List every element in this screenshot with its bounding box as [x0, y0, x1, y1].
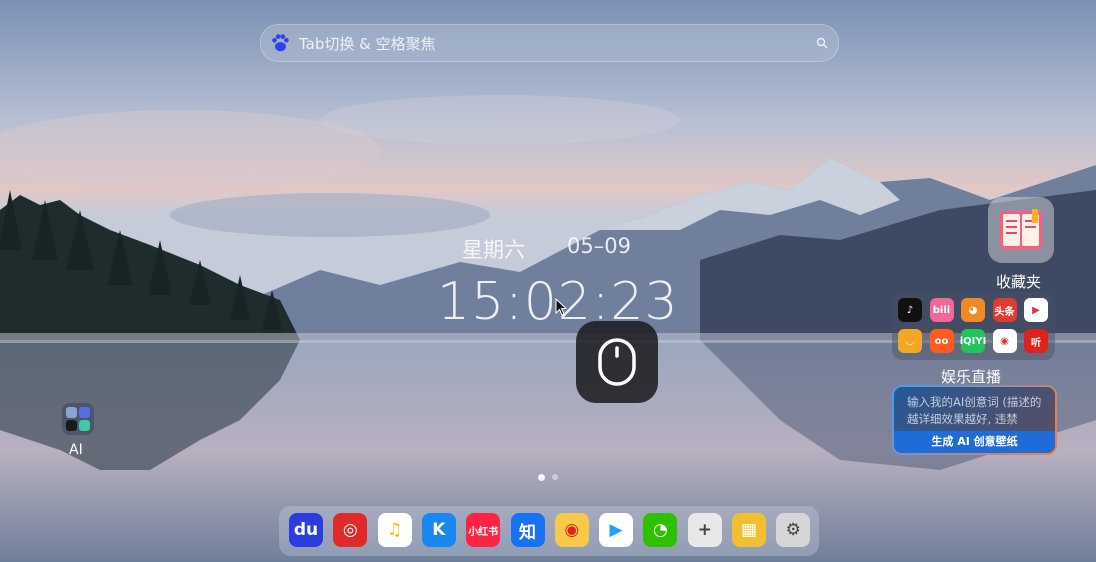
ai-app-icon [66, 420, 77, 431]
dock-kugou-icon[interactable]: K [421, 513, 456, 547]
dock-weibo-icon[interactable]: ◉ [554, 513, 589, 547]
douyin-app-icon[interactable]: ♪ [898, 298, 922, 322]
kuaishou-app-icon[interactable]: oo [929, 329, 954, 353]
ai-folder-label: AI [69, 442, 83, 458]
weibo-live-app-icon[interactable]: ◉ [992, 329, 1017, 353]
dock-wallpaper-icon[interactable]: ▦ [732, 513, 766, 547]
favorites-button[interactable] [988, 197, 1054, 263]
search-icon[interactable] [816, 37, 828, 49]
dock-settings-icon[interactable]: ⚙ [776, 513, 811, 547]
page-dot-active[interactable] [538, 474, 545, 481]
dock-baidu-icon[interactable]: du [289, 513, 323, 547]
page-dot[interactable] [552, 474, 558, 480]
video-player-app-icon[interactable]: ▶ [1024, 298, 1048, 322]
iqiyi-app-icon[interactable]: iQIYI [960, 329, 986, 353]
generate-wallpaper-button[interactable]: 生成 AI 创意壁纸 [894, 431, 1055, 453]
baidu-paw-icon [272, 34, 289, 52]
ting-app-icon[interactable]: 听 [1024, 329, 1048, 353]
date-label: 05–09 [567, 234, 631, 258]
book-icon [1000, 209, 1042, 249]
dock-zhihu-icon[interactable]: 知 [510, 513, 545, 547]
search-input[interactable]: Tab切换 & 空格聚焦 [299, 33, 436, 54]
ai-app-icon [79, 407, 90, 418]
favorites-label: 收藏夹 [996, 273, 1042, 291]
ai-app-icon [66, 407, 77, 418]
toutiao-app-icon[interactable]: 头条 [992, 298, 1017, 322]
ai-prompt-input[interactable]: 输入我的AI创意词 (描述的越详细效果越好, 违禁 [894, 387, 1055, 430]
dock: du ◎ ♫ K 小红书知 ◉ ▶ ◔ + ▦ ⚙ [279, 506, 819, 556]
weekday-label: 星期六 [462, 238, 525, 262]
dock-wechat-icon[interactable]: ◔ [643, 513, 678, 547]
ai-wallpaper-widget: 输入我的AI创意词 (描述的越详细效果越好, 违禁 生成 AI 创意壁纸 [892, 385, 1057, 455]
bilibili-app-icon[interactable]: bili [929, 298, 954, 322]
ai-app-icon [79, 420, 90, 431]
cat-app-app-icon[interactable]: ◡ [898, 329, 922, 353]
dock-qq-music-icon[interactable]: ♫ [377, 513, 412, 547]
dock-netease-music-icon[interactable]: ◎ [333, 513, 368, 547]
pet-app-app-icon[interactable]: ◕ [961, 298, 985, 322]
ai-folder[interactable] [62, 403, 94, 435]
entertainment-folder[interactable]: ♪ bili ◕ 头条 ▶ ◡ oo iQIYI ◉ 听 [892, 292, 1055, 360]
search-bar[interactable]: Tab切换 & 空格聚焦 [260, 24, 839, 62]
entertainment-label: 娱乐直播 [941, 368, 1002, 386]
dock-tencent-video-icon[interactable]: ▶ [599, 513, 634, 547]
mouse-mode-button[interactable] [576, 321, 658, 403]
mouse-pointer-icon [555, 298, 568, 316]
mouse-icon [598, 338, 636, 386]
dock-xiaohongshu-icon[interactable]: 小红书 [466, 513, 501, 547]
dock-add-icon[interactable]: + [687, 513, 722, 547]
